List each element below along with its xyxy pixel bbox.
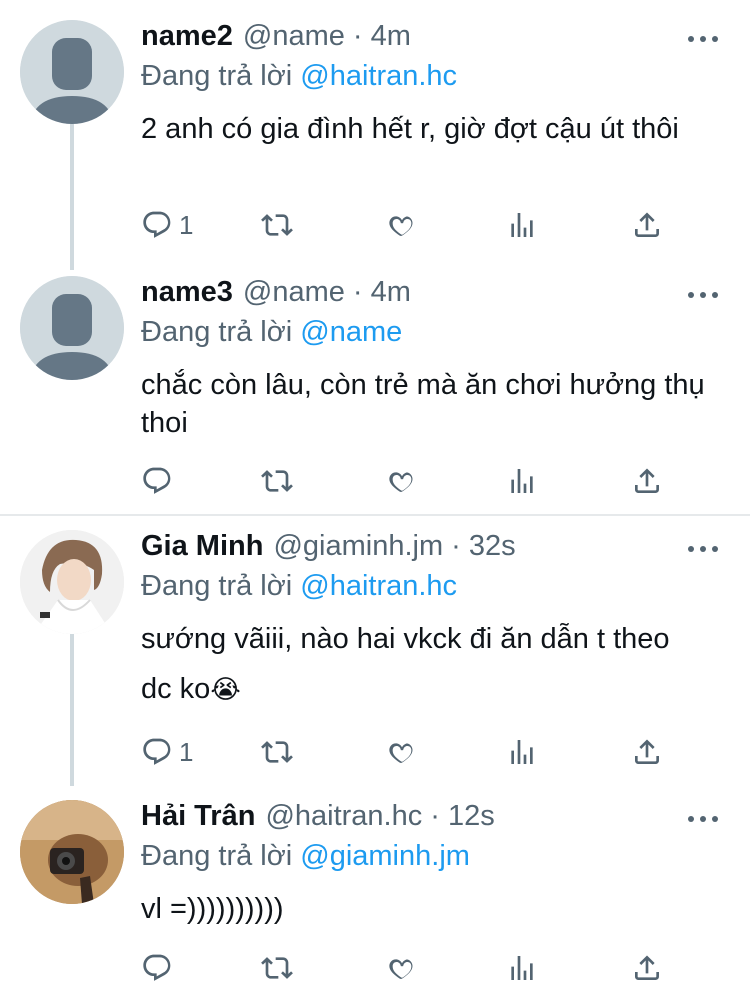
tweet-header: name2 @name · 4m <box>141 20 730 60</box>
like-button[interactable] <box>386 209 418 241</box>
share-button[interactable] <box>631 736 663 768</box>
replying-label: Đang trả lời <box>141 316 293 348</box>
bar-chart-icon <box>511 740 533 764</box>
tweet[interactable]: name3 @name · 4m Đang trả lời @name chắc… <box>0 270 750 515</box>
replying-to: Đang trả lời @haitran.hc <box>141 60 730 100</box>
mention-link[interactable]: @haitran.hc <box>300 60 457 92</box>
more-options-icon[interactable] <box>688 814 718 824</box>
reply-button[interactable] <box>141 952 179 984</box>
profile-photo[interactable] <box>20 800 124 904</box>
share-icon <box>635 468 659 493</box>
retweet-icon <box>261 214 293 236</box>
action-bar <box>141 461 681 501</box>
tweet-header: Gia Minh @giaminh.jm · 32s <box>141 530 730 570</box>
handle-and-time: @giaminh.jm · 32s <box>273 530 516 562</box>
retweet-icon <box>261 741 293 763</box>
replying-label: Đang trả lời <box>141 570 293 602</box>
default-avatar-icon[interactable] <box>20 276 124 380</box>
heart-icon <box>389 743 413 763</box>
handle-and-time: @name · 4m <box>242 20 411 52</box>
reply-button[interactable]: 1 <box>141 209 193 241</box>
bar-chart-icon <box>511 956 533 980</box>
replying-label: Đang trả lời <box>141 840 293 872</box>
heart-icon <box>389 216 413 236</box>
tweet-text: vl =)))))))))) <box>141 893 284 925</box>
heart-icon <box>389 472 413 492</box>
tweet-header: name3 @name · 4m <box>141 276 730 316</box>
reply-button[interactable]: 1 <box>141 736 193 768</box>
display-name[interactable]: name2 <box>141 20 233 53</box>
tweet[interactable]: Gia Minh @giaminh.jm · 32s Đang trả lời … <box>0 516 750 786</box>
bar-chart-icon <box>511 213 533 237</box>
like-button[interactable] <box>386 736 418 768</box>
mention-link[interactable]: @name <box>300 316 402 348</box>
tweet[interactable]: name2 @name · 4m Đang trả lời @haitran.h… <box>0 0 750 270</box>
reply-count: 1 <box>179 209 194 240</box>
profile-photo[interactable] <box>20 530 124 634</box>
like-button[interactable] <box>386 465 418 497</box>
reply-icon <box>143 467 171 494</box>
thread-line <box>70 124 74 270</box>
retweet-button[interactable] <box>261 465 293 497</box>
action-bar: 1 <box>141 205 681 245</box>
display-name[interactable]: Hải Trân <box>141 800 255 833</box>
share-button[interactable] <box>631 465 663 497</box>
action-bar <box>141 948 681 988</box>
share-button[interactable] <box>631 952 663 984</box>
bar-chart-icon <box>511 469 533 493</box>
replying-to: Đang trả lời @name <box>141 316 730 356</box>
more-options-icon[interactable] <box>688 34 718 44</box>
views-button[interactable] <box>506 465 538 497</box>
heart-icon <box>389 959 413 979</box>
tweet[interactable]: Hải Trân @haitran.hc · 12s Đang trả lời … <box>0 786 750 999</box>
more-options-icon[interactable] <box>688 290 718 300</box>
thread-line <box>70 634 74 786</box>
display-name[interactable]: Gia Minh <box>141 530 263 563</box>
mention-link[interactable]: @giaminh.jm <box>300 840 470 872</box>
mention-link[interactable]: @haitran.hc <box>300 570 457 602</box>
share-icon <box>635 955 659 980</box>
share-icon <box>635 739 659 764</box>
views-button[interactable] <box>506 952 538 984</box>
tweet-text: 2 anh có gia đình hết r, giờ đợt cậu út … <box>141 113 679 145</box>
handle-and-time: @name · 4m <box>242 276 411 308</box>
handle-and-time: @haitran.hc · 12s <box>265 800 495 832</box>
retweet-icon <box>261 470 293 492</box>
reply-icon <box>143 954 171 981</box>
replying-label: Đang trả lời <box>141 60 293 92</box>
replying-to: Đang trả lời @haitran.hc <box>141 570 730 610</box>
share-icon <box>635 212 659 237</box>
default-avatar-icon[interactable] <box>20 20 124 124</box>
tweet-feed: name2 @name · 4m Đang trả lời @haitran.h… <box>0 0 750 999</box>
retweet-icon <box>261 957 293 979</box>
tweet-header: Hải Trân @haitran.hc · 12s <box>141 800 730 840</box>
action-bar: 1 <box>141 732 681 772</box>
views-button[interactable] <box>506 209 538 241</box>
reply-button[interactable] <box>141 465 179 497</box>
more-options-icon[interactable] <box>688 544 718 554</box>
reply-icon <box>143 738 171 765</box>
retweet-button[interactable] <box>261 209 293 241</box>
retweet-button[interactable] <box>261 952 293 984</box>
replying-to: Đang trả lời @giaminh.jm <box>141 840 730 880</box>
reply-icon <box>143 211 171 238</box>
tweet-text: sướng vãiii, nào hai vkck đi ăn dẫn t th… <box>141 614 681 715</box>
reply-count: 1 <box>179 736 194 767</box>
like-button[interactable] <box>386 952 418 984</box>
tweet-text: chắc còn lâu, còn trẻ mà ăn chơi hưởng t… <box>141 369 705 439</box>
crying-face-emoji: 😭 <box>210 675 241 705</box>
display-name[interactable]: name3 <box>141 276 233 309</box>
views-button[interactable] <box>506 736 538 768</box>
retweet-button[interactable] <box>261 736 293 768</box>
share-button[interactable] <box>631 209 663 241</box>
